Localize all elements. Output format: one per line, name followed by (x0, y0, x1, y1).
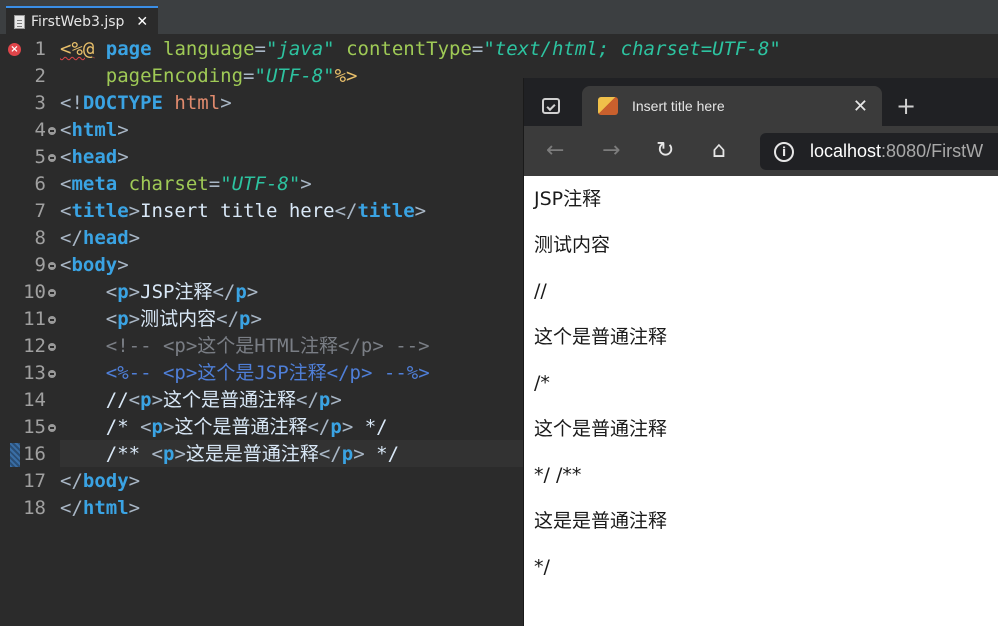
gutter-line: 12 (0, 333, 60, 360)
code-line-14: //<p>这个是普通注释</p> (105, 389, 342, 411)
gutter-line: 17 (0, 468, 60, 495)
gutter-line: 9 (0, 252, 60, 279)
code-line-11: <p>测试内容</p> (105, 308, 262, 330)
line-number: 12 (23, 335, 46, 357)
code-line-7: <title>Insert title here</title> (60, 200, 427, 222)
line-number: 7 (34, 200, 46, 222)
editor-tab-bar: FirstWeb3.jsp ✕ (0, 0, 998, 35)
browser-toolbar: ← → ↻ ⌂ i localhost :8080/FirstW (524, 126, 998, 176)
line-number: 17 (23, 470, 46, 492)
new-tab-button[interactable]: + (896, 94, 916, 118)
code-line-3: <!DOCTYPE html> (60, 92, 232, 114)
gutter-line: 18 (0, 495, 60, 522)
code-line-16: /** <p>这是是普通注释</p> */ (105, 443, 400, 465)
back-arrow-icon[interactable]: ← (546, 138, 564, 164)
code-line-1: <%@ page language="java" contentType="te… (60, 38, 781, 60)
line-number: 16 (23, 443, 46, 465)
url-path: :8080/FirstW (881, 141, 984, 161)
code-line-6: <meta charset="UTF-8"> (60, 173, 312, 195)
gutter-line: 4 (0, 117, 60, 144)
line-number: 6 (34, 173, 46, 195)
gutter-line: 10 (0, 279, 60, 306)
line-number: 14 (23, 389, 46, 411)
close-icon[interactable]: ✕ (853, 96, 868, 116)
paragraph: */ /** (534, 464, 582, 486)
browser-tab-strip: Insert title here ✕ + (524, 78, 998, 126)
page-content: JSP注释 测试内容 // 这个是普通注释 /* 这个是普通注释 */ /** … (524, 176, 998, 626)
paragraph: // (534, 280, 547, 302)
file-icon (14, 14, 25, 29)
code-line-18: </html> (60, 497, 141, 519)
fold-icon[interactable] (48, 289, 56, 297)
home-icon[interactable]: ⌂ (712, 138, 726, 164)
change-marker (10, 443, 20, 467)
error-icon[interactable]: × (8, 43, 21, 56)
paragraph: 这个是普通注释 (534, 326, 668, 348)
code-line-12: <!-- <p>这个是HTML注释</p> --> (105, 335, 430, 357)
line-number: 2 (34, 65, 46, 87)
line-number: 4 (34, 119, 46, 141)
code-line-17: </body> (60, 470, 141, 492)
fold-icon[interactable] (48, 154, 56, 162)
gutter-line: 14 (0, 387, 60, 414)
fold-icon[interactable] (48, 424, 56, 432)
fold-icon[interactable] (48, 370, 56, 378)
code-line-2: pageEncoding="UTF-8"%> (105, 65, 358, 87)
line-number: 3 (34, 92, 46, 114)
code-line-13: <%-- <p>这个是JSP注释</p> --%> (105, 362, 430, 384)
line-number: 10 (23, 281, 46, 303)
gutter-line: 11 (0, 306, 60, 333)
close-icon[interactable]: ✕ (136, 14, 148, 30)
gutter-line: 3 (0, 90, 60, 117)
gutter-line: 5 (0, 144, 60, 171)
paragraph: /* (534, 372, 550, 394)
forward-arrow-icon[interactable]: → (602, 138, 620, 164)
gutter-line: 2 (0, 63, 60, 90)
refresh-icon[interactable]: ↻ (656, 138, 674, 164)
paragraph: 测试内容 (534, 234, 611, 256)
tab-actions-icon[interactable] (542, 98, 560, 114)
browser-window: Insert title here ✕ + ← → ↻ ⌂ i localhos… (523, 78, 998, 626)
gutter-line: 1 × (0, 36, 60, 63)
line-number: 18 (23, 497, 46, 519)
gutter-line: 15 (0, 414, 60, 441)
line-number: 9 (34, 254, 46, 276)
fold-icon[interactable] (48, 262, 56, 270)
gutter-line: 8 (0, 225, 60, 252)
code-line-15: /* <p>这个是普通注释</p> */ (105, 416, 388, 438)
paragraph: 这个是普通注释 (534, 418, 668, 440)
url-host: localhost (810, 141, 882, 161)
code-line-8: </head> (60, 227, 141, 249)
code-line-10: <p>JSP注释</p> (105, 281, 259, 303)
gutter-line: 7 (0, 198, 60, 225)
gutter-line: 16 (0, 441, 60, 468)
info-icon[interactable]: i (774, 141, 794, 162)
gutter-line: 6 (0, 171, 60, 198)
code-line-5: <head> (60, 146, 129, 168)
gutter-line: 13 (0, 360, 60, 387)
fold-icon[interactable] (48, 127, 56, 135)
address-bar[interactable]: i localhost :8080/FirstW (760, 133, 998, 170)
paragraph: JSP注释 (534, 188, 602, 210)
line-number: 1 (34, 38, 46, 60)
line-number: 15 (23, 416, 46, 438)
paragraph: 这是是普通注释 (534, 510, 668, 532)
code-line-4: <html> (60, 119, 129, 141)
editor-tab-label: FirstWeb3.jsp (31, 13, 125, 30)
line-number: 8 (34, 227, 46, 249)
line-number: 5 (34, 146, 46, 168)
paragraph: */ (534, 556, 550, 578)
code-line-9: <body> (60, 254, 129, 276)
editor-tab-firstweb3[interactable]: FirstWeb3.jsp ✕ (6, 6, 158, 35)
browser-tab-title: Insert title here (632, 98, 725, 114)
browser-tab[interactable]: Insert title here ✕ (582, 86, 882, 126)
line-number: 13 (23, 362, 46, 384)
fold-icon[interactable] (48, 316, 56, 324)
line-number: 11 (23, 308, 46, 330)
fold-icon[interactable] (48, 343, 56, 351)
favicon-icon (598, 97, 618, 115)
